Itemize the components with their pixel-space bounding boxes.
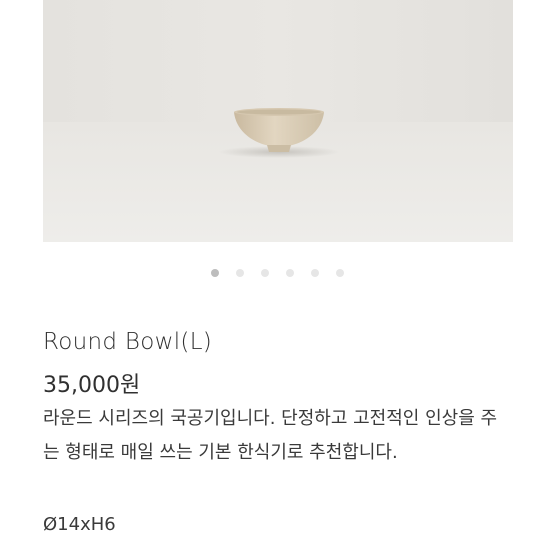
product-title: Round Bowl(L)	[43, 329, 213, 355]
carousel-dot[interactable]	[336, 269, 344, 277]
product-dimensions: Ø14xH6	[43, 514, 116, 535]
carousel-dot[interactable]	[236, 269, 244, 277]
truncated-text-line	[43, 548, 483, 555]
product-image[interactable]	[43, 0, 513, 242]
carousel-dots	[0, 269, 555, 279]
product-description: 라운드 시리즈의 국공기입니다. 단정하고 고전적인 인상을 주는 형태로 매일…	[43, 408, 498, 463]
bowl-icon	[219, 108, 339, 158]
product-price: 35,000원	[43, 373, 141, 398]
carousel-dot[interactable]	[311, 269, 319, 277]
carousel-dot[interactable]	[211, 269, 219, 277]
carousel-dot[interactable]	[261, 269, 269, 277]
carousel-dot[interactable]	[286, 269, 294, 277]
